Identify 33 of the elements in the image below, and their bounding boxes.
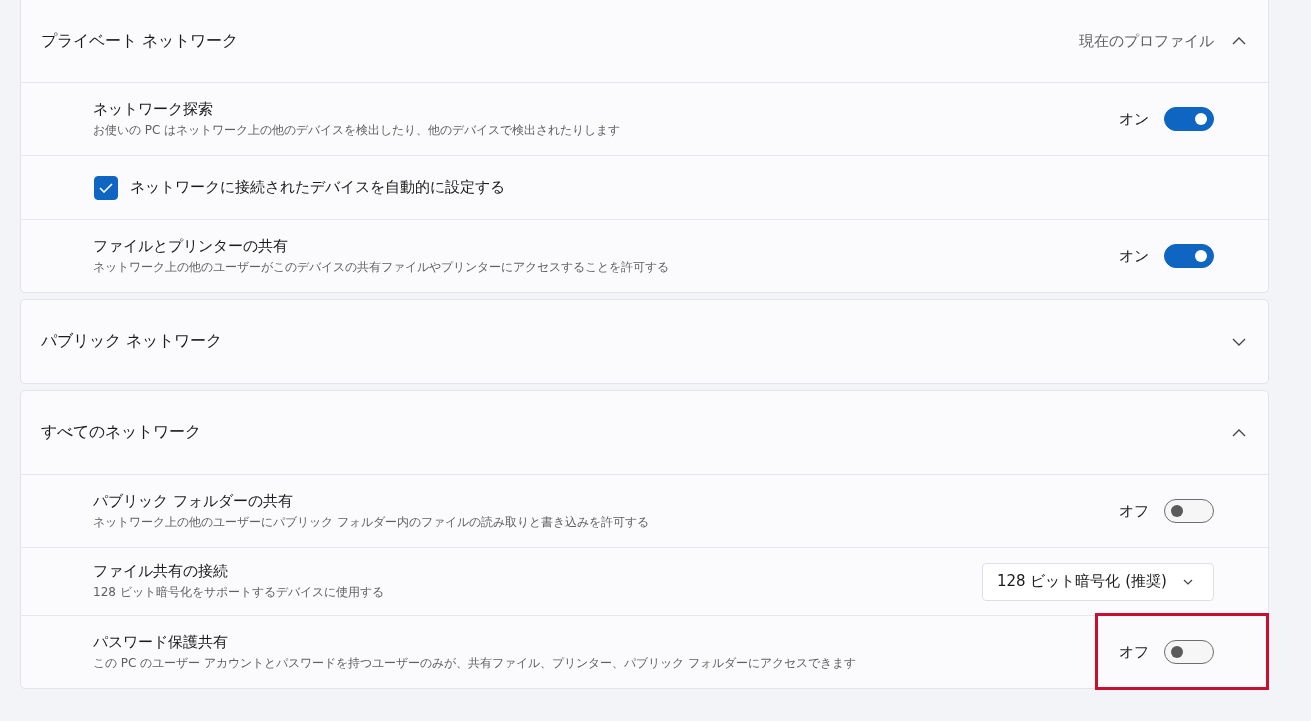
toggle-state-label: オフ xyxy=(1119,642,1149,662)
section-header[interactable]: パブリック ネットワーク xyxy=(21,300,1268,383)
setting-title: パスワード保護共有 xyxy=(93,632,229,652)
setting-description: ネットワーク上の他のユーザーがこのデバイスの共有ファイルやプリンターにアクセスすることを許可する xyxy=(93,258,670,276)
setting-title: ファイル共有の接続 xyxy=(93,562,229,581)
toggle-switch[interactable] xyxy=(1164,640,1214,664)
section-title: プライベート ネットワーク xyxy=(41,30,239,52)
toggle-state-label: オン xyxy=(1119,109,1149,129)
setting-description: お使いの PC はネットワーク上の他のデバイスを検出したり、他のデバイスで検出されたりします xyxy=(93,121,622,139)
section-header[interactable]: すべてのネットワーク xyxy=(21,391,1268,474)
setting-description: 128 ビット暗号化をサポートするデバイスに使用する xyxy=(93,584,385,601)
toggle-state-label: オフ xyxy=(1119,501,1149,521)
toggle-switch[interactable] xyxy=(1164,499,1214,523)
toggle-state-label: オン xyxy=(1119,246,1149,266)
section-title: パブリック ネットワーク xyxy=(41,331,223,352)
chevron-down-icon[interactable] xyxy=(1232,337,1246,346)
section-header[interactable]: プライベート ネットワーク 現在のプロファイル xyxy=(21,0,1268,82)
chevron-up-icon[interactable] xyxy=(1232,37,1246,45)
section-title: すべてのネットワーク xyxy=(41,422,201,443)
setting-title: パブリック フォルダーの共有 xyxy=(93,491,294,511)
profile-label: 現在のプロファイル xyxy=(1079,31,1214,51)
setting-description: ネットワーク上の他のユーザーにパブリック フォルダー内のファイルの読み取りと書き込みを許可する xyxy=(93,513,650,531)
setting-title: ネットワーク探索 xyxy=(93,99,214,119)
checkbox-label: ネットワークに接続されたデバイスを自動的に設定する xyxy=(130,178,505,197)
toggle-switch[interactable] xyxy=(1164,244,1214,268)
setting-title: ファイルとプリンターの共有 xyxy=(93,236,289,256)
chevron-up-icon[interactable] xyxy=(1232,428,1246,437)
setting-description: この PC のユーザー アカウントとパスワードを持つユーザーのみが、共有ファイル、プリンター、パブリック フォルダーにアクセスできます xyxy=(93,654,857,672)
encryption-dropdown[interactable]: 128 ビット暗号化 (推奨) xyxy=(982,562,1214,601)
checkmark-icon xyxy=(99,182,113,193)
checkbox[interactable] xyxy=(94,175,118,200)
toggle-switch[interactable] xyxy=(1164,107,1214,131)
chevron-down-icon xyxy=(1183,578,1193,585)
